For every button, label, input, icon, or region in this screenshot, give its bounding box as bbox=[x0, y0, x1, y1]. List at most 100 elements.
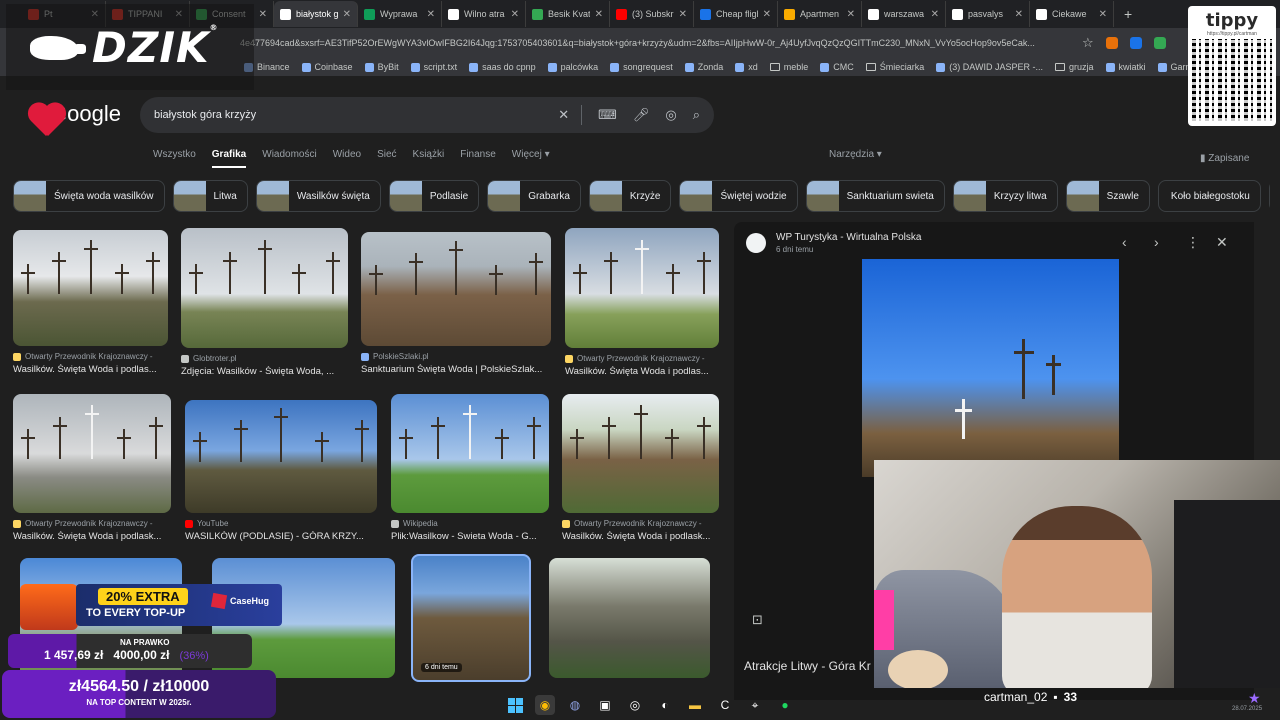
nav-item[interactable]: Wszystko bbox=[153, 149, 196, 168]
result-source[interactable]: Globtroter.pl bbox=[181, 354, 348, 363]
related-search-chip[interactable]: Szawle bbox=[1065, 180, 1150, 212]
result-source[interactable]: Wikipedia bbox=[391, 519, 549, 528]
result-caption[interactable]: Wasilków. Święta Woda i podlas... bbox=[565, 366, 719, 377]
browser-tab[interactable]: Wyprawa ✕ bbox=[358, 1, 442, 27]
steam-icon[interactable]: ◐ bbox=[655, 695, 675, 715]
browser-tab[interactable]: Apartmen ✕ bbox=[778, 1, 862, 27]
bookmark-item[interactable]: ByBit bbox=[364, 62, 399, 72]
image-result[interactable]: Otwarty Przewodnik Krajoznawczy - Wasilkó… bbox=[562, 394, 719, 542]
image-result[interactable]: PolskieSzlaki.pl Sanktuarium Święta Woda … bbox=[361, 232, 551, 375]
tab-close-icon[interactable]: ✕ bbox=[595, 9, 603, 20]
spotify-icon[interactable]: ● bbox=[775, 695, 795, 715]
related-search-chip[interactable]: Podlasie bbox=[388, 180, 480, 212]
nav-item[interactable]: Wiadomości bbox=[262, 149, 316, 168]
result-thumbnail[interactable] bbox=[13, 230, 168, 346]
image-result[interactable]: Otwarty Przewodnik Krajoznawczy - Wasilkó… bbox=[13, 394, 171, 542]
close-icon[interactable]: ✕ bbox=[1216, 234, 1228, 251]
related-search-chip[interactable]: Wasilków święta bbox=[255, 180, 381, 212]
keyboard-icon[interactable]: ⌨ bbox=[598, 107, 617, 123]
tab-close-icon[interactable]: ✕ bbox=[511, 9, 519, 20]
search-input[interactable]: białystok góra krzyży bbox=[154, 109, 542, 121]
extension-icon[interactable] bbox=[1153, 37, 1166, 49]
image-result[interactable]: Otwarty Przewodnik Krajoznawczy - Wasilkó… bbox=[13, 230, 168, 375]
tab-close-icon[interactable]: ✕ bbox=[1015, 9, 1023, 20]
related-search-chip[interactable]: Święta woda wasilków bbox=[13, 180, 165, 212]
search-box[interactable]: białystok góra krzyży ✕ ⌨ 🎤︎ ◎ ⌕ bbox=[140, 97, 714, 133]
result-source[interactable]: Otwarty Przewodnik Krajoznawczy - bbox=[562, 519, 719, 528]
tab-close-icon[interactable]: ✕ bbox=[259, 9, 267, 20]
browser-tab[interactable]: (3) Subskr ✕ bbox=[610, 1, 694, 27]
image-result[interactable]: Globtroter.pl Zdjęcia: Wasilków - Święta … bbox=[181, 228, 348, 377]
result-thumbnail[interactable]: 6 dni temu bbox=[411, 554, 531, 682]
lens-search-icon[interactable]: ⊡ bbox=[752, 612, 763, 628]
related-search-chip[interactable]: Koło białegostoku bbox=[1157, 180, 1261, 212]
result-caption[interactable]: Sanktuarium Święta Woda | PolskieSzlak..… bbox=[361, 364, 551, 375]
nav-item[interactable]: Wideo bbox=[333, 149, 361, 168]
related-search-chip[interactable]: Krzyzy litwa bbox=[952, 180, 1058, 212]
browser-tab[interactable]: pasvalys ✕ bbox=[946, 1, 1030, 27]
preview-image[interactable] bbox=[862, 259, 1119, 477]
bookmark-item[interactable]: kwiatki bbox=[1105, 62, 1146, 72]
related-search-chip[interactable]: Sanktuarium swieta bbox=[805, 180, 945, 212]
result-source[interactable]: YouTube bbox=[185, 519, 377, 528]
result-thumbnail[interactable] bbox=[13, 394, 171, 513]
discord-icon[interactable]: ◍ bbox=[565, 695, 585, 715]
bookmark-item[interactable]: (3) DAWID JASPER -... bbox=[936, 62, 1043, 72]
bookmark-item[interactable]: xd bbox=[735, 62, 758, 72]
related-search-chip[interactable]: Grabarka bbox=[487, 180, 581, 212]
url-field[interactable]: 4e477694cad&sxsrf=AE3TifP52OrEWgWYA3vlOw… bbox=[240, 38, 1070, 48]
result-caption[interactable]: Wasilków. Święta Woda i podlask... bbox=[562, 531, 719, 542]
start-menu-icon[interactable] bbox=[505, 695, 525, 715]
result-caption[interactable]: Plik:Wasilkow - Swieta Woda - G... bbox=[391, 531, 549, 542]
result-source[interactable]: PolskieSzlaki.pl bbox=[361, 352, 551, 361]
clear-icon[interactable]: ✕ bbox=[558, 107, 569, 123]
bookmark-item[interactable]: CMC bbox=[820, 62, 854, 72]
image-result[interactable]: Otwarty Przewodnik Krajoznawczy - Wasilkó… bbox=[565, 228, 719, 377]
result-thumbnail[interactable] bbox=[391, 394, 549, 513]
bookmark-item[interactable]: script.txt bbox=[410, 62, 457, 72]
result-thumbnail[interactable] bbox=[549, 558, 710, 678]
chrome-icon[interactable]: ◉ bbox=[535, 695, 555, 715]
result-caption[interactable]: Wasilków. Święta Woda i podlas... bbox=[13, 364, 168, 375]
result-thumbnail[interactable] bbox=[185, 400, 377, 513]
browser-tab[interactable]: warszawa ✕ bbox=[862, 1, 946, 27]
next-icon[interactable]: › bbox=[1154, 234, 1159, 250]
result-thumbnail[interactable] bbox=[361, 232, 551, 346]
tools-button[interactable]: Narzędzia ▾ bbox=[829, 149, 882, 160]
image-result[interactable]: Wikipedia Plik:Wasilkow - Swieta Woda - G… bbox=[391, 394, 549, 542]
result-thumbnail[interactable] bbox=[562, 394, 719, 513]
nav-item[interactable]: Grafika bbox=[211, 149, 247, 168]
nav-item[interactable]: Książki bbox=[413, 149, 445, 168]
browser-tab[interactable]: białystok g ✕ bbox=[274, 1, 358, 27]
extension-icon[interactable] bbox=[1129, 37, 1142, 49]
preview-source[interactable]: WP Turystyka - Wirtualna Polska 6 dni te… bbox=[746, 232, 921, 254]
previous-icon[interactable]: ‹ bbox=[1122, 234, 1127, 250]
google-doodle-logo[interactable]: Google bbox=[26, 100, 121, 140]
related-search-chip[interactable]: Świętej wodzie bbox=[679, 180, 798, 212]
image-result[interactable]: YouTube WASILKÓW (PODLASIE) - GÓRA KRZY..… bbox=[185, 400, 377, 542]
related-search-chip[interactable]: Litwa bbox=[172, 180, 248, 212]
tab-close-icon[interactable]: ✕ bbox=[427, 9, 435, 20]
bookmark-star-icon[interactable]: ☆ bbox=[1082, 35, 1094, 51]
preview-caption[interactable]: Atrakcje Litwy - Góra Kr bbox=[744, 659, 871, 673]
image-result-selected[interactable]: 6 dni temu bbox=[411, 554, 531, 682]
browser-tab[interactable]: Wilno atra ✕ bbox=[442, 1, 526, 27]
saved-link[interactable]: ▮ Zapisane bbox=[1200, 153, 1249, 164]
bookmark-item[interactable]: meble bbox=[769, 62, 808, 72]
bookmark-item[interactable]: Śmieciarka bbox=[865, 62, 924, 72]
related-search-chip[interactable]: Krzyże bbox=[588, 180, 672, 212]
result-thumbnail[interactable] bbox=[565, 228, 719, 348]
result-caption[interactable]: WASILKÓW (PODLASIE) - GÓRA KRZY... bbox=[185, 531, 377, 542]
ccleaner-icon[interactable]: C bbox=[715, 695, 735, 715]
tab-close-icon[interactable]: ✕ bbox=[847, 9, 855, 20]
bookmark-item[interactable]: gruzja bbox=[1054, 62, 1094, 72]
network-icon[interactable]: ⌖ bbox=[745, 695, 765, 715]
browser-tab[interactable]: Cheap fligh ✕ bbox=[694, 1, 778, 27]
folder-icon[interactable]: ▬ bbox=[685, 695, 705, 715]
image-result[interactable] bbox=[549, 558, 710, 678]
result-source[interactable]: Otwarty Przewodnik Krajoznawczy - bbox=[13, 352, 168, 361]
more-options-icon[interactable]: ⋮ bbox=[1186, 234, 1200, 251]
tab-close-icon[interactable]: ✕ bbox=[1099, 9, 1107, 20]
obs-icon[interactable]: ◎ bbox=[625, 695, 645, 715]
tab-close-icon[interactable]: ✕ bbox=[679, 9, 687, 20]
